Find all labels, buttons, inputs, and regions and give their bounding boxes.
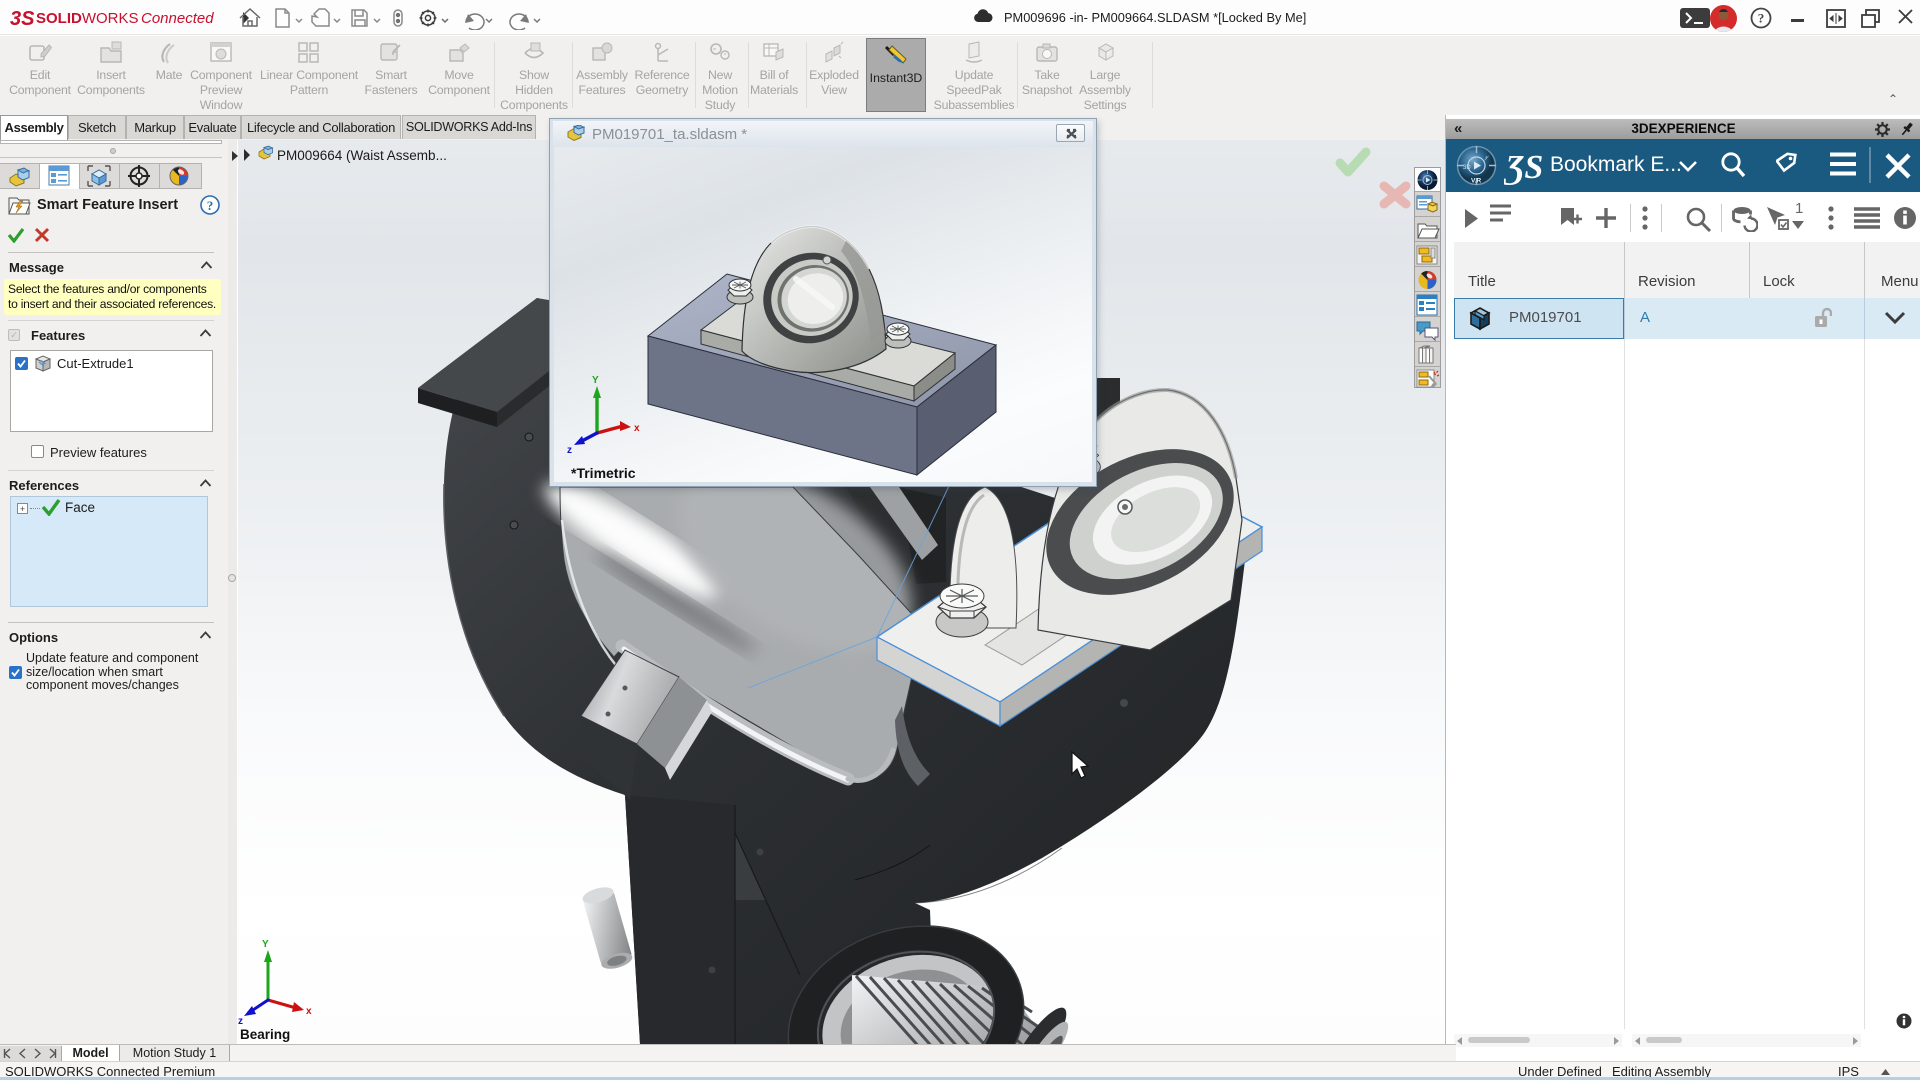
- svg-text:3D: 3D: [1463, 165, 1471, 171]
- svg-text:Connected: Connected: [141, 10, 214, 27]
- svg-text:V.R: V.R: [1471, 178, 1482, 185]
- svg-text:3S: 3S: [10, 8, 35, 30]
- svg-text:z: z: [567, 445, 572, 456]
- svg-text:z: z: [238, 1016, 243, 1027]
- svg-text:x: x: [306, 1006, 312, 1017]
- svg-text:Y: Y: [592, 375, 599, 386]
- svg-text:?: ?: [1758, 11, 1765, 26]
- svg-text:SOLIDWORKS: SOLIDWORKS: [36, 10, 139, 27]
- svg-text:Bearing: Bearing: [240, 1027, 290, 1042]
- svg-text:Y: Y: [262, 939, 269, 950]
- svg-text:?: ?: [207, 198, 214, 213]
- svg-text:*Trimetric: *Trimetric: [571, 465, 636, 481]
- svg-text:ƷS: ƷS: [1504, 149, 1543, 186]
- svg-text:PM009664 (Waist Assemb...: PM009664 (Waist Assemb...: [277, 148, 447, 163]
- svg-text:x: x: [634, 423, 640, 434]
